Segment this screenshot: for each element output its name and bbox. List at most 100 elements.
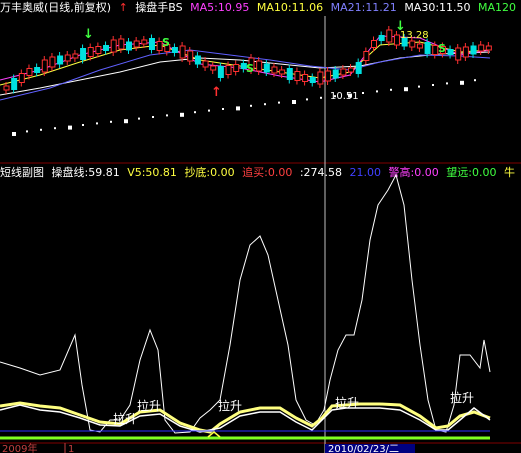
- date-axis-year: 2009年: [2, 442, 37, 453]
- signal-dot: [12, 132, 16, 136]
- candle-body: [348, 67, 355, 73]
- candle-body: [386, 29, 393, 43]
- candle-body: [95, 46, 102, 54]
- lashing-label: 拉升: [450, 390, 474, 405]
- signal-dot: [208, 109, 210, 112]
- signal-dot: [446, 82, 448, 85]
- lashing-label: 拉升: [113, 411, 137, 426]
- candle-body: [225, 65, 232, 75]
- candle-body: [317, 71, 324, 85]
- candle-body: [302, 74, 309, 82]
- signal-s-marker: S: [438, 42, 446, 55]
- signal-dot: [404, 87, 408, 92]
- candle-body: [148, 38, 155, 50]
- sell-arrow-icon: ↓: [395, 19, 406, 34]
- candle-body: [332, 69, 339, 79]
- candle-body: [271, 66, 278, 74]
- candle-body: [126, 41, 132, 51]
- date-axis-mid: 1: [68, 444, 74, 453]
- signal-dot-series: [12, 79, 476, 136]
- lashing-label: 拉升: [335, 395, 359, 410]
- candle-body: [187, 50, 194, 62]
- v5-white-line: [0, 404, 491, 433]
- lashing-label: 拉升: [137, 398, 161, 413]
- signal-dot: [264, 103, 266, 106]
- candle-body: [279, 69, 286, 75]
- chart-canvas[interactable]: 13.28 10.51 ↓ ↓ ↑ S S S 拉升 拉升 拉升 拉升 拉升 2…: [0, 0, 521, 453]
- candle-body: [26, 68, 33, 76]
- candle-body: [294, 71, 301, 81]
- signal-dot: [152, 116, 154, 118]
- candle-body: [57, 55, 64, 65]
- signal-dot: [432, 84, 434, 86]
- candle-body: [371, 40, 377, 48]
- candle-body: [485, 45, 492, 51]
- signal-dot: [40, 128, 42, 131]
- candle-body: [409, 40, 416, 48]
- candle-body: [462, 46, 469, 58]
- signal-dot: [222, 108, 224, 110]
- candle-body: [49, 56, 56, 68]
- signal-dot: [320, 96, 322, 99]
- candle-body: [41, 59, 48, 73]
- candle-body: [11, 78, 18, 90]
- candle-body: [179, 45, 186, 59]
- signal-dot: [236, 106, 240, 111]
- candle-body: [256, 60, 263, 72]
- candle-body: [110, 39, 117, 53]
- signal-dot: [460, 80, 464, 85]
- signal-dot: [194, 111, 196, 114]
- signal-s-marker: S: [162, 36, 170, 49]
- candle-body: [455, 47, 462, 61]
- buy-arrow-icon: ↑: [211, 85, 222, 100]
- candle-body: [470, 45, 477, 55]
- candle-body: [80, 48, 87, 60]
- signal-dot: [124, 119, 128, 124]
- candle-body: [478, 44, 485, 52]
- candle-body: [217, 66, 224, 78]
- candle-body: [286, 68, 293, 80]
- candle-body: [447, 49, 454, 55]
- sell-arrow-icon: ↓: [83, 27, 94, 42]
- candle-body: [118, 38, 125, 50]
- signal-dot: [54, 127, 56, 130]
- candle-body: [233, 64, 240, 72]
- signal-dot: [292, 100, 296, 104]
- candle-body: [202, 60, 209, 68]
- signal-dot: [390, 88, 392, 91]
- candle-body: [263, 63, 270, 73]
- candle-body: [194, 55, 201, 65]
- candle-body: [18, 73, 25, 83]
- signal-dot: [278, 101, 280, 104]
- signal-dot: [96, 122, 98, 125]
- candle-body: [363, 51, 370, 61]
- candle-body: [72, 53, 79, 59]
- candle-body: [87, 47, 94, 57]
- candle-body: [64, 54, 71, 62]
- candle-body: [141, 39, 148, 45]
- candle-body: [416, 43, 423, 49]
- signal-dot: [138, 117, 140, 120]
- candle-body: [393, 34, 400, 46]
- candle-body: [34, 67, 41, 73]
- ma-magenta-line: [0, 35, 491, 83]
- signal-dot: [82, 124, 84, 126]
- candle-body: [3, 85, 10, 91]
- signal-dot: [418, 85, 420, 88]
- signal-dot: [306, 98, 308, 101]
- signal-dot: [180, 112, 184, 117]
- candle-body: [340, 68, 347, 76]
- signal-dot: [26, 130, 28, 133]
- candle-body: [171, 47, 178, 53]
- candle-body: [309, 77, 316, 83]
- candle-body: [133, 40, 140, 48]
- signal-dot: [250, 104, 252, 107]
- candle-body: [210, 65, 217, 71]
- candle-body: [325, 70, 332, 82]
- signal-dot: [474, 79, 476, 82]
- candle-body: [424, 42, 431, 54]
- candle-body: [103, 45, 110, 51]
- caopan-line: [0, 173, 491, 434]
- low-price-label: 10.51: [330, 91, 359, 102]
- signal-dot: [376, 90, 378, 93]
